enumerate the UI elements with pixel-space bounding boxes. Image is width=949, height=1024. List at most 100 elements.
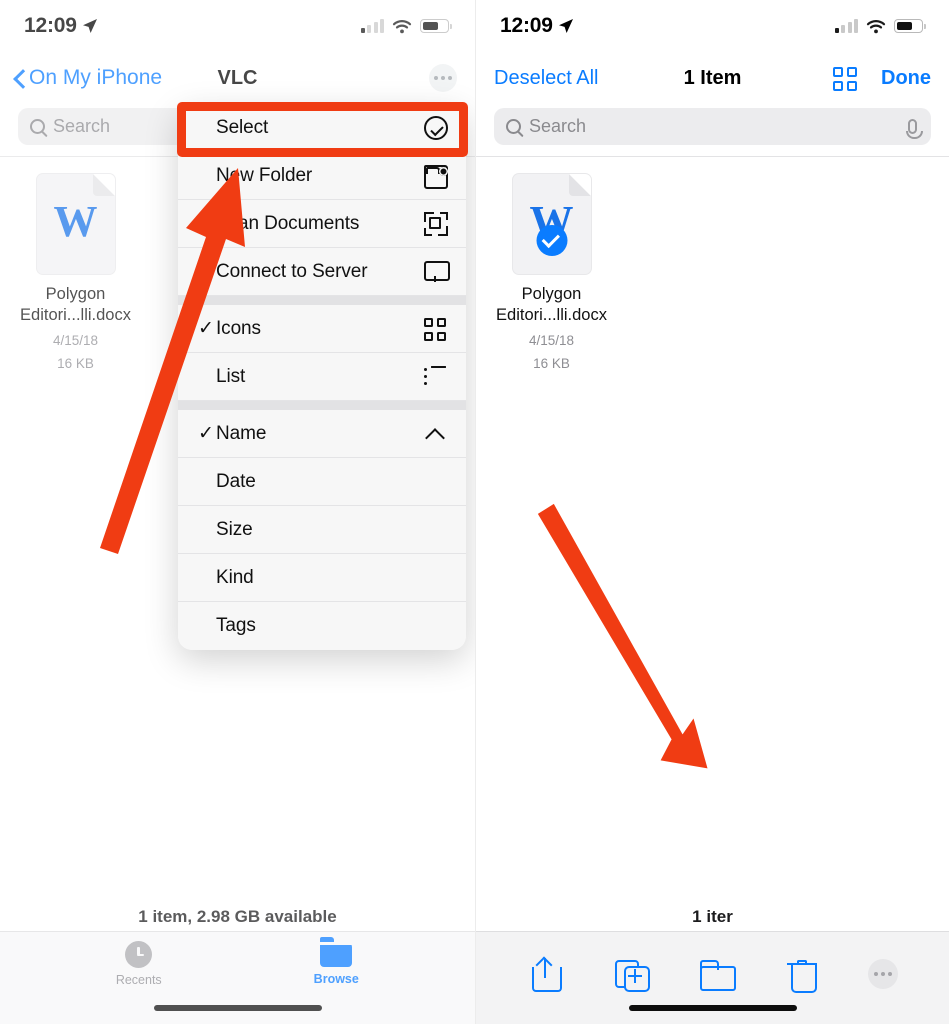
- menu-item-label: Kind: [216, 566, 254, 588]
- home-indicator: [628, 1005, 797, 1011]
- menu-item-list[interactable]: List: [178, 353, 466, 401]
- file-size: 16 KB: [57, 356, 94, 372]
- menu-item-connect-to-server[interactable]: Connect to Server: [178, 248, 466, 296]
- search-placeholder: Search: [53, 116, 111, 136]
- menu-item-date[interactable]: Date: [178, 458, 466, 506]
- cellular-bars-icon: [360, 19, 384, 33]
- menu-item-label: Size: [216, 518, 253, 540]
- folder-icon: [320, 936, 353, 967]
- share-icon[interactable]: [527, 954, 567, 994]
- menu-item-icon-empty: [424, 614, 448, 638]
- cellular-bars-icon: [834, 19, 858, 33]
- menu-item-name[interactable]: ✓ Name: [178, 410, 466, 458]
- menu-item-tags[interactable]: Tags: [178, 602, 466, 650]
- menu-item-label: Date: [216, 470, 256, 492]
- status-time: 12:09: [24, 14, 98, 38]
- file-name-line1: Polygon: [45, 285, 106, 303]
- menu-item-icon-empty: [424, 518, 448, 542]
- battery-icon: [894, 19, 926, 33]
- home-indicator: [153, 1005, 322, 1011]
- tab-list: Recents Browse: [0, 932, 475, 996]
- file-name-line1: Polygon: [521, 285, 582, 303]
- action-toolbar-right: [476, 931, 949, 1024]
- ellipsis-dot: [874, 972, 879, 976]
- file-name-line2: Editori...lli.docx: [20, 306, 131, 325]
- ellipsis-dot: [888, 972, 893, 976]
- nav-bar-right: Deselect All 1 Item Done: [476, 52, 949, 104]
- battery-icon: [420, 19, 452, 33]
- scan-documents-icon: [424, 211, 448, 236]
- tab-recents[interactable]: Recents: [84, 941, 194, 987]
- menu-item-label: Select: [216, 116, 269, 138]
- search-icon: [506, 119, 521, 134]
- trash-icon[interactable]: [783, 954, 823, 994]
- ellipsis-circle-icon[interactable]: [868, 959, 899, 989]
- search-placeholder: Search: [529, 116, 587, 136]
- list-icon: [424, 366, 448, 390]
- grid-icon: [424, 317, 448, 342]
- menu-item-label: Scan Documents: [216, 212, 360, 234]
- duplicate-icon[interactable]: [612, 954, 652, 994]
- content-divider: [476, 156, 949, 157]
- menu-item-new-folder[interactable]: New Folder: [178, 152, 466, 200]
- left-panel: 12:09 On My iPhone VLC Search W Polygon …: [0, 0, 475, 1024]
- file-date: 4/15/18: [52, 332, 99, 348]
- menu-item-icons[interactable]: ✓ Icons: [178, 305, 466, 353]
- grid-view-icon: [833, 67, 857, 91]
- menu-item-label: Name: [216, 422, 267, 444]
- menu-item-label: Connect to Server: [216, 260, 368, 282]
- status-bar-left: 12:09: [0, 0, 475, 52]
- wifi-icon: [392, 19, 412, 33]
- menu-check-mark: ✓: [198, 423, 214, 444]
- word-document-icon: W: [36, 174, 115, 274]
- menu-item-label: Icons: [216, 317, 261, 339]
- screenshot-stage: 12:09 On My iPhone VLC Search W Polygon …: [0, 0, 949, 1024]
- menu-item-label: List: [216, 365, 246, 387]
- folder-icon[interactable]: [697, 954, 737, 994]
- menu-group-divider: [178, 296, 466, 305]
- tab-browse[interactable]: Browse: [281, 936, 391, 986]
- menu-item-label: New Folder: [216, 164, 313, 186]
- location-arrow-icon: [558, 19, 573, 33]
- grid-view-button[interactable]: [833, 67, 857, 91]
- tab-label: Recents: [115, 973, 162, 987]
- ellipsis-dot: [434, 76, 438, 80]
- search-bar-right[interactable]: Search: [494, 108, 931, 145]
- word-document-icon: W: [512, 174, 591, 274]
- chevron-up-icon: [424, 422, 448, 446]
- ellipsis-dot: [441, 76, 445, 80]
- search-icon: [30, 119, 45, 134]
- menu-group-divider: [178, 401, 466, 410]
- back-button[interactable]: On My iPhone: [0, 66, 162, 90]
- ellipsis-dot: [448, 76, 452, 80]
- tab-bar-left: Recents Browse: [0, 931, 475, 1024]
- right-panel: 12:09 Deselect All 1 Item Done Search W …: [475, 0, 949, 1024]
- file-item[interactable]: W Polygon Editori...lli.docx 4/15/18 16 …: [494, 174, 609, 374]
- back-button-label: On My iPhone: [29, 66, 163, 89]
- menu-item-select[interactable]: Select: [178, 104, 466, 152]
- status-bar-right: 12:09: [476, 0, 949, 52]
- context-menu-left: Select New Folder Scan Documents Connect…: [178, 104, 466, 650]
- file-item[interactable]: W Polygon Editori...lli.docx 4/15/18 16 …: [18, 174, 133, 374]
- status-time-text: 12:09: [500, 14, 553, 37]
- more-options-button[interactable]: [429, 64, 457, 92]
- chevron-left-icon: [14, 69, 25, 88]
- footer-status-left: 1 item, 2.98 GB available: [138, 907, 337, 926]
- microphone-icon[interactable]: [906, 119, 923, 139]
- word-letter: W: [53, 197, 98, 246]
- nav-bar-left: On My iPhone VLC: [0, 52, 475, 104]
- status-indicators: [834, 19, 926, 34]
- done-button[interactable]: Done: [881, 67, 931, 90]
- deselect-all-button[interactable]: Deselect All: [494, 67, 599, 90]
- status-time: 12:09: [500, 14, 574, 38]
- menu-item-scan-documents[interactable]: Scan Documents: [178, 200, 466, 248]
- status-time-text: 12:09: [24, 14, 77, 37]
- menu-item-kind[interactable]: Kind: [178, 554, 466, 602]
- ellipsis-dot: [881, 972, 886, 976]
- file-grid-right: W Polygon Editori...lli.docx 4/15/18 16 …: [476, 168, 949, 374]
- tab-label: Browse: [313, 971, 359, 986]
- footer-status-right: 1 iter: [692, 907, 733, 926]
- file-name-line2: Editori...lli.docx: [496, 306, 607, 325]
- menu-item-size[interactable]: Size: [178, 506, 466, 554]
- annotation-arrow-right: [537, 503, 708, 769]
